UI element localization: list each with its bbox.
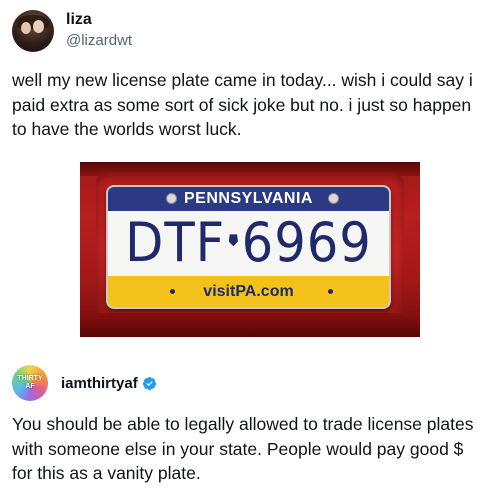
reply-text: You should be able to legally allowed to… bbox=[12, 414, 474, 483]
avatar-face bbox=[33, 20, 44, 33]
plate-url: visitPA.com bbox=[203, 283, 294, 300]
plate-number: DTF 6969 bbox=[119, 212, 378, 274]
plate-number-right: 6969 bbox=[241, 211, 372, 274]
verified-badge-icon bbox=[142, 376, 156, 390]
license-plate: PENNSYLVANIA DTF 6969 visitPA.com bbox=[106, 185, 391, 309]
reply-avatar[interactable]: THIRTY AF bbox=[12, 365, 48, 401]
reply-avatar-text-top: THIRTY bbox=[17, 375, 43, 382]
author-name-block: liza @lizardwt bbox=[66, 11, 132, 51]
reply-avatar-text-bottom: AF bbox=[25, 383, 35, 390]
tweet-text: well my new license plate came in today.… bbox=[12, 70, 473, 139]
reply-author-name[interactable]: iamthirtyaf bbox=[61, 375, 138, 392]
author-display-name[interactable]: liza bbox=[66, 11, 132, 29]
keystone-icon bbox=[228, 234, 239, 247]
avatar-face bbox=[21, 22, 31, 34]
reply-header: THIRTY AF iamthirtyaf bbox=[12, 365, 157, 401]
plate-state: PENNSYLVANIA bbox=[184, 190, 313, 207]
plate-number-left: DTF bbox=[125, 211, 226, 274]
avatar[interactable] bbox=[12, 10, 54, 52]
tweet-header: liza @lizardwt bbox=[12, 10, 132, 52]
author-handle[interactable]: @lizardwt bbox=[66, 31, 132, 51]
car-bumper-lower bbox=[80, 313, 420, 337]
